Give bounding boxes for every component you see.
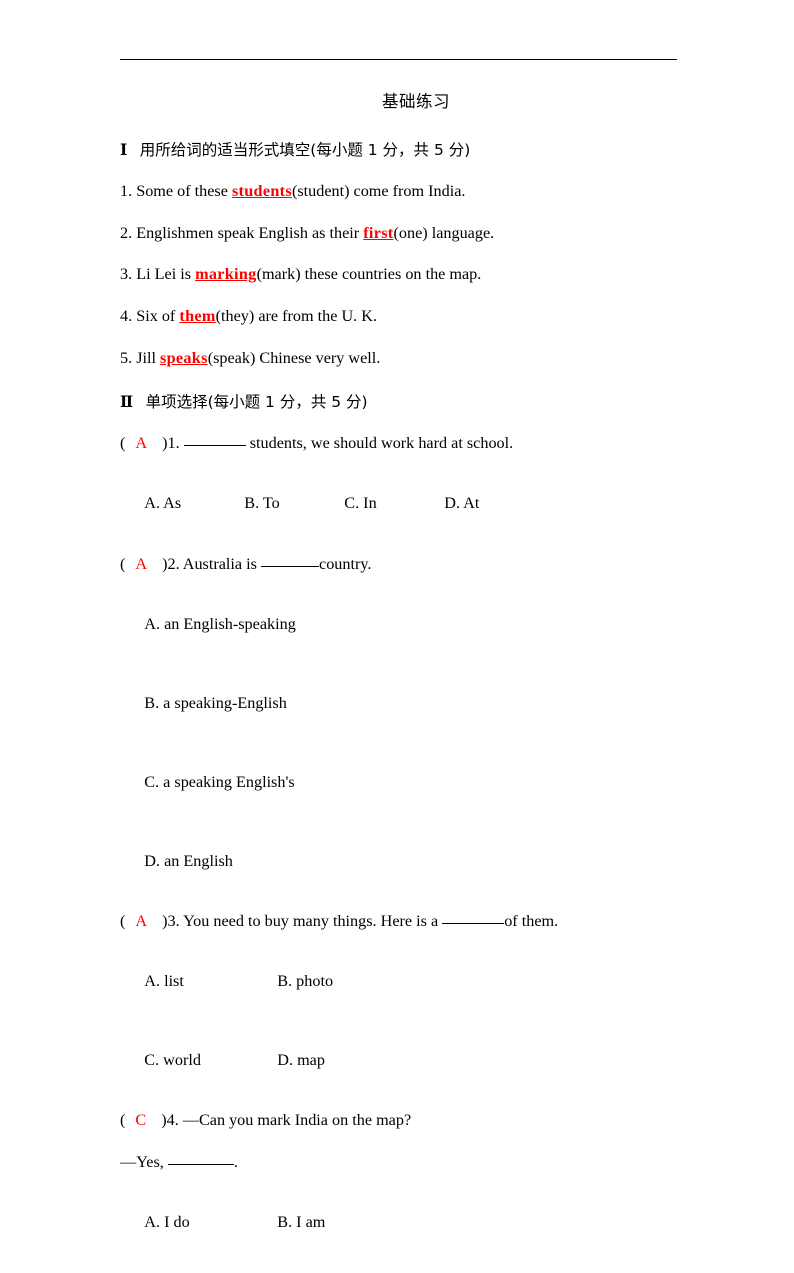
section-heading-text-2: 单项选择(每小题 1 分，共 5 分) xyxy=(145,393,368,412)
choice-option-2d: D. an English xyxy=(120,833,680,889)
question-text-after: (speak) Chinese very well. xyxy=(207,348,381,367)
question-text-after: (student) come from India. xyxy=(291,182,466,200)
answer-text: them xyxy=(179,306,216,325)
option-c[interactable]: C. world xyxy=(144,1051,277,1070)
document-page: 基础练习 Ⅰ 用所给词的适当形式填空(每小题 1 分，共 5 分) 1. Some… xyxy=(0,0,794,1231)
selected-answer-letter[interactable]: A xyxy=(135,912,147,930)
answer-text: students xyxy=(231,182,292,200)
question-number: 2. xyxy=(120,223,133,242)
document-content: 基础练习 Ⅰ 用所给词的适当形式填空(每小题 1 分，共 5 分) 1. Some… xyxy=(120,88,680,1273)
question-text-before: Li Lei is xyxy=(132,265,196,284)
open-paren: ( xyxy=(120,911,126,930)
choice-question-4-continuation: —Yes, . xyxy=(120,1153,680,1172)
option-b[interactable]: B. To xyxy=(244,494,344,513)
option-c[interactable]: C. a speaking English's xyxy=(144,773,294,792)
answer-blank[interactable] xyxy=(261,565,320,567)
answer-bracket: (C) xyxy=(120,1111,167,1130)
answer-blank[interactable] xyxy=(167,1163,234,1165)
section-roman-numeral-2: Ⅱ xyxy=(120,394,134,412)
question-text-before: Englishmen speak English as their xyxy=(132,223,364,242)
choice-question-1: (A)1. students, we should work hard at s… xyxy=(120,434,680,453)
section-heading-1: Ⅰ 用所给词的适当形式填空(每小题 1 分，共 5 分) xyxy=(120,138,680,160)
choice-option-2b: B. a speaking-English xyxy=(120,675,680,731)
choice-options-4: A. I do B. I am xyxy=(120,1194,680,1250)
answer-text: marking xyxy=(195,265,257,284)
question-number: 3. xyxy=(120,265,133,284)
section-roman-numeral-1: Ⅰ xyxy=(120,142,128,159)
question-text-after: (they) are from the U. K. xyxy=(215,306,378,325)
question-number: 5. xyxy=(120,348,133,367)
stem-after: students, we should work hard at school. xyxy=(245,434,514,453)
question-number: 1. xyxy=(167,434,180,453)
open-paren: ( xyxy=(120,554,126,573)
question-text-after: (mark) these countries on the map. xyxy=(256,265,482,284)
option-a[interactable]: A. As xyxy=(144,494,244,513)
option-b[interactable]: B. photo xyxy=(277,972,410,991)
answer-bracket: (A) xyxy=(120,434,167,453)
choice-options-1: A. As B. To C. In D. At xyxy=(120,476,680,532)
fill-blank-question-4: 4. Six of them(they) are from the U. K. xyxy=(120,307,680,326)
option-d[interactable]: D. map xyxy=(277,1051,410,1070)
choice-option-2c: C. a speaking English's xyxy=(120,754,680,810)
stem-after: of them. xyxy=(504,911,559,930)
stem-before xyxy=(180,434,184,452)
answer-blank[interactable] xyxy=(183,445,246,447)
choice-question-4: (C)4. —Can you mark India on the map? xyxy=(120,1111,680,1130)
choice-options-3-row2: C. world D. map xyxy=(120,1032,680,1088)
selected-answer-letter[interactable]: A xyxy=(135,434,147,452)
open-paren: ( xyxy=(120,1111,126,1130)
answer-text: speaks xyxy=(160,348,208,367)
section-heading-2: Ⅱ 单项选择(每小题 1 分，共 5 分) xyxy=(120,390,680,412)
stem-after: country. xyxy=(319,554,372,573)
choice-options-3-row1: A. list B. photo xyxy=(120,953,680,1009)
open-paren: ( xyxy=(120,434,126,453)
continuation-after: . xyxy=(233,1152,238,1171)
answer-blank[interactable] xyxy=(442,922,505,924)
option-b[interactable]: B. a speaking-English xyxy=(144,694,287,713)
choice-question-3: (A)3. You need to buy many things. Here … xyxy=(120,912,680,931)
question-number: 4. xyxy=(120,306,133,325)
page-title: 基础练习 xyxy=(382,92,450,111)
question-text-after: (one) language. xyxy=(393,223,495,242)
question-number: 3. xyxy=(167,911,180,930)
option-c[interactable]: C. In xyxy=(344,494,444,513)
fill-blank-question-3: 3. Li Lei is marking(mark) these countri… xyxy=(120,265,680,284)
selected-answer-letter[interactable]: C xyxy=(135,1111,146,1129)
fill-blank-question-1: 1. Some of these students(student) come … xyxy=(120,182,680,201)
question-number: 1. xyxy=(120,182,133,200)
option-d[interactable]: D. an English xyxy=(144,852,233,871)
header-rule xyxy=(120,59,677,60)
selected-answer-letter[interactable]: A xyxy=(135,555,147,573)
option-a[interactable]: A. an English-speaking xyxy=(144,615,296,634)
question-text-before: Some of these xyxy=(132,182,232,200)
question-text-before: Six of xyxy=(132,306,180,325)
question-number: 2. xyxy=(167,554,180,573)
stem-before: —Can you mark India on the map? xyxy=(178,1111,412,1130)
continuation-before: —Yes, xyxy=(120,1152,168,1171)
option-a[interactable]: A. list xyxy=(144,972,277,991)
fill-blank-question-2: 2. Englishmen speak English as their fir… xyxy=(120,224,680,243)
option-b[interactable]: B. I am xyxy=(277,1213,410,1232)
fill-blank-question-5: 5. Jill speaks(speak) Chinese very well. xyxy=(120,349,680,368)
choice-option-2a: A. an English-speaking xyxy=(120,596,680,652)
stem-before: Australia is xyxy=(179,554,262,573)
answer-bracket: (A) xyxy=(120,555,167,574)
choice-question-2: (A)2. Australia is country. xyxy=(120,555,680,574)
option-d[interactable]: D. At xyxy=(444,494,544,513)
stem-before: You need to buy many things. Here is a xyxy=(179,911,443,930)
section-heading-text-1: 用所给词的适当形式填空(每小题 1 分，共 5 分) xyxy=(139,141,471,159)
question-number: 4. xyxy=(166,1111,179,1130)
answer-bracket: (A) xyxy=(120,912,167,931)
option-a[interactable]: A. I do xyxy=(144,1213,277,1232)
answer-text: first xyxy=(363,223,394,242)
question-text-before: Jill xyxy=(132,348,161,367)
